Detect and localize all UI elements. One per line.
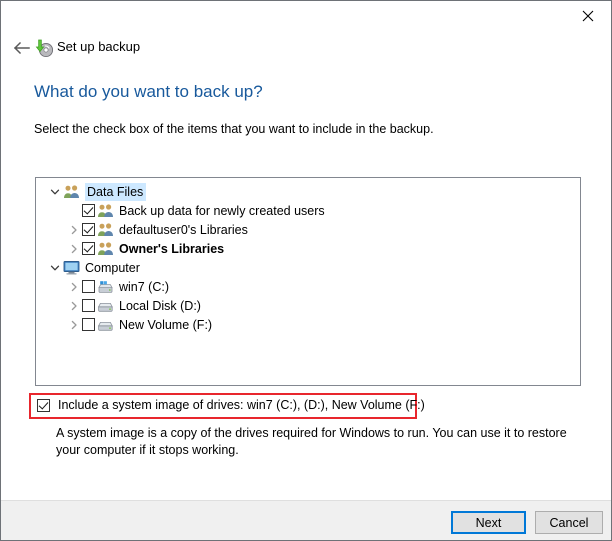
tree-item-label: Local Disk (D:) bbox=[119, 298, 201, 313]
breadcrumb-label: Set up backup bbox=[57, 39, 141, 54]
chevron-right-icon[interactable] bbox=[66, 241, 82, 257]
close-button[interactable] bbox=[565, 1, 611, 31]
backup-items-tree[interactable]: Data Files Back up data for newly created… bbox=[35, 177, 581, 386]
windows-drive-icon bbox=[97, 279, 114, 294]
back-arrow-icon bbox=[13, 41, 30, 55]
cancel-button[interactable]: Cancel bbox=[535, 511, 603, 534]
monitor-icon bbox=[63, 260, 80, 275]
users-group-icon bbox=[63, 184, 80, 199]
page-title: What do you want to back up? bbox=[34, 82, 263, 101]
users-group-icon bbox=[97, 222, 114, 237]
tree-item[interactable]: Owner's Libraries bbox=[36, 239, 580, 258]
tree-item[interactable]: win7 (C:) bbox=[36, 277, 580, 296]
tree-item-label: New Volume (F:) bbox=[119, 317, 213, 332]
users-group-icon bbox=[97, 203, 114, 218]
system-image-label: Include a system image of drives: win7 (… bbox=[58, 398, 425, 412]
users-group-icon bbox=[97, 241, 114, 256]
chevron-right-icon[interactable] bbox=[66, 298, 82, 314]
tree-item[interactable]: Computer bbox=[36, 258, 580, 277]
hard-drive-icon bbox=[97, 298, 114, 313]
footer-bar: Next Cancel bbox=[1, 501, 611, 540]
system-image-checkbox-row[interactable]: Include a system image of drives: win7 (… bbox=[37, 398, 425, 412]
tree-item[interactable]: Data Files bbox=[36, 182, 580, 201]
tree-item[interactable]: Back up data for newly created users bbox=[36, 201, 580, 220]
close-icon bbox=[582, 10, 594, 22]
system-image-checkbox[interactable] bbox=[37, 398, 50, 412]
chevron-right-icon[interactable] bbox=[66, 279, 82, 295]
set-up-backup-dialog: Set up backup What do you want to back u… bbox=[0, 0, 612, 541]
tree-item[interactable]: Local Disk (D:) bbox=[36, 296, 580, 315]
tree-item-label: defaultuser0's Libraries bbox=[119, 222, 248, 237]
tree-item-checkbox[interactable] bbox=[82, 318, 95, 331]
tree-item[interactable]: defaultuser0's Libraries bbox=[36, 220, 580, 239]
hard-drive-icon bbox=[97, 317, 114, 332]
backup-disc-icon bbox=[34, 38, 54, 58]
next-button[interactable]: Next bbox=[451, 511, 526, 534]
tree-item-checkbox[interactable] bbox=[82, 299, 95, 312]
back-button[interactable] bbox=[9, 36, 35, 60]
navigation-bar: Set up backup bbox=[1, 32, 611, 64]
tree-item-label: Data Files bbox=[85, 182, 147, 201]
tree-item-checkbox[interactable] bbox=[82, 204, 95, 217]
tree-item-label: Computer bbox=[85, 260, 140, 275]
chevron-down-icon[interactable] bbox=[47, 184, 63, 200]
tree-item[interactable]: New Volume (F:) bbox=[36, 315, 580, 334]
page-subtitle: Select the check box of the items that y… bbox=[34, 122, 434, 136]
chevron-right-icon[interactable] bbox=[66, 222, 82, 238]
title-bar bbox=[1, 1, 611, 31]
tree-item-label: Owner's Libraries bbox=[119, 241, 225, 256]
tree-item-checkbox[interactable] bbox=[82, 280, 95, 293]
tree-item-label: win7 (C:) bbox=[119, 279, 170, 294]
chevron-right-icon[interactable] bbox=[66, 317, 82, 333]
chevron-down-icon[interactable] bbox=[47, 260, 63, 276]
system-image-description: A system image is a copy of the drives r… bbox=[56, 426, 567, 457]
tree-item-checkbox[interactable] bbox=[82, 242, 95, 255]
tree-item-label: Back up data for newly created users bbox=[119, 203, 325, 218]
tree-item-checkbox[interactable] bbox=[82, 223, 95, 236]
